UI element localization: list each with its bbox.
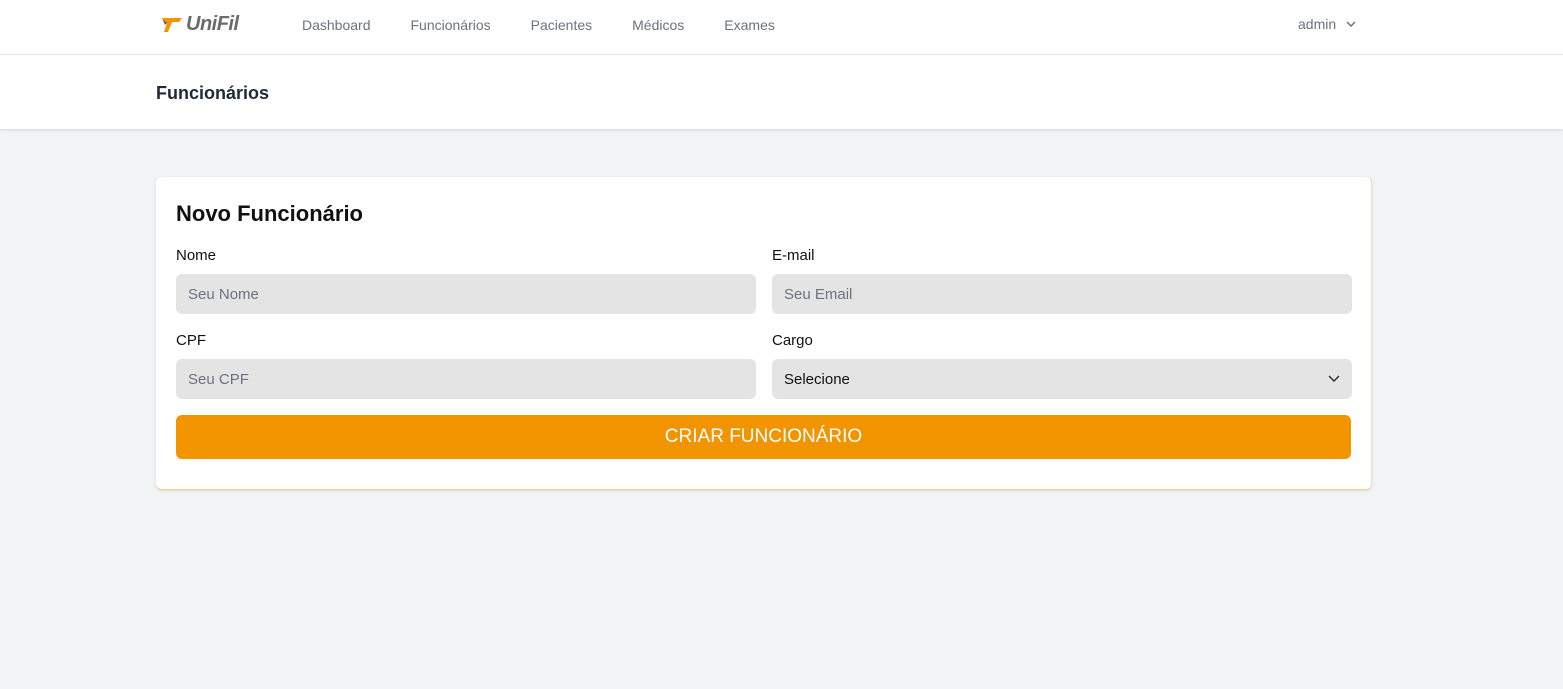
cargo-select[interactable]: Selecione <box>772 359 1352 399</box>
nav-funcionarios[interactable]: Funcionários <box>411 17 491 33</box>
nome-placeholder: Seu Nome <box>188 285 259 303</box>
user-menu[interactable]: admin <box>1298 16 1356 32</box>
chevron-down-icon <box>1328 375 1340 383</box>
cpf-placeholder: Seu CPF <box>188 370 249 388</box>
nav-dashboard[interactable]: Dashboard <box>302 17 371 33</box>
nome-input[interactable]: Seu Nome <box>176 274 756 314</box>
email-placeholder: Seu Email <box>784 285 853 303</box>
nome-label: Nome <box>176 247 217 264</box>
cpf-label: CPF <box>176 332 206 349</box>
top-nav: UniFil Dashboard Funcionários Pacientes … <box>0 0 1563 55</box>
create-employee-button[interactable]: CRIAR FUNCIONÁRIO <box>176 415 1351 459</box>
logo-icon <box>162 17 182 32</box>
nav-pacientes[interactable]: Pacientes <box>531 17 592 33</box>
email-label: E-mail <box>772 247 815 264</box>
logo-text: UniFil <box>186 13 239 35</box>
cargo-label: Cargo <box>772 332 813 349</box>
cpf-input[interactable]: Seu CPF <box>176 359 756 399</box>
chevron-down-icon <box>1346 21 1356 27</box>
email-input[interactable]: Seu Email <box>772 274 1352 314</box>
nav-medicos[interactable]: Médicos <box>632 17 684 33</box>
form-title: Novo Funcionário <box>176 201 363 226</box>
logo[interactable]: UniFil <box>162 13 239 36</box>
nav-exames[interactable]: Exames <box>724 17 775 33</box>
cargo-value: Selecione <box>784 370 850 388</box>
user-name: admin <box>1298 16 1337 32</box>
new-employee-card: Novo Funcionário Nome Seu Nome E-mail Se… <box>156 177 1372 490</box>
page-title: Funcionários <box>0 55 1563 129</box>
